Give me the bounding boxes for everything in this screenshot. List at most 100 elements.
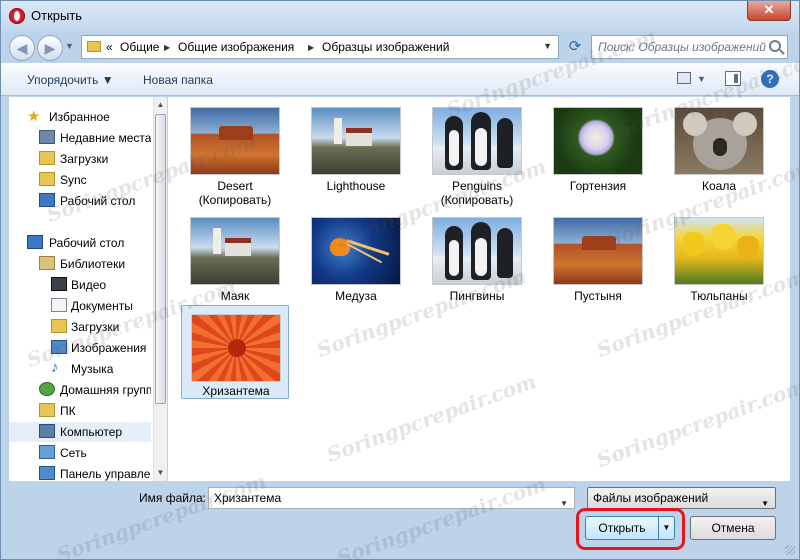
file-name: Коала bbox=[701, 179, 736, 193]
sidebar-item-documents[interactable]: Документы bbox=[9, 296, 151, 316]
scroll-down-icon[interactable]: ▼ bbox=[154, 465, 167, 481]
sidebar-item-control-panel[interactable]: Панель управления bbox=[9, 464, 151, 481]
change-view-icon[interactable] bbox=[677, 72, 691, 84]
sidebar-item-computer[interactable]: Компьютер bbox=[9, 422, 151, 442]
breadcrumb-overflow[interactable]: « bbox=[106, 40, 113, 54]
sidebar-item-libraries[interactable]: Библиотеки bbox=[9, 254, 151, 274]
sidebar-item-pc[interactable]: ПК bbox=[9, 401, 151, 421]
file-tile-jellyfish[interactable]: Медуза bbox=[302, 209, 410, 319]
sidebar-item-label: Рабочий стол bbox=[60, 194, 136, 208]
file-tile-penguins-copy[interactable]: Penguins (Копировать) bbox=[423, 99, 531, 209]
penguins-thumbnail bbox=[432, 107, 522, 175]
close-button[interactable]: ✕ bbox=[747, 1, 791, 21]
file-tile-desert-ru[interactable]: Пустыня bbox=[544, 209, 652, 319]
file-tile-penguins-ru[interactable]: Пингвины bbox=[423, 209, 531, 319]
file-tile-desert-copy[interactable]: Desert (Копировать) bbox=[181, 99, 289, 209]
watermark: Soringpcrepair.com bbox=[333, 471, 550, 560]
refresh-icon[interactable]: ⟳ bbox=[563, 35, 587, 59]
file-tile-lighthouse-ru[interactable]: Маяк bbox=[181, 209, 289, 319]
desktop-icon bbox=[39, 193, 55, 207]
scrollbar-thumb[interactable] bbox=[155, 114, 166, 404]
breadcrumb-item[interactable]: Образцы изображений bbox=[322, 40, 449, 54]
pictures-icon bbox=[51, 340, 67, 354]
koala-thumbnail bbox=[674, 107, 764, 175]
search-icon[interactable] bbox=[769, 40, 781, 52]
libraries-icon bbox=[39, 256, 55, 270]
new-folder-button[interactable]: Новая папка bbox=[143, 73, 213, 87]
downloads-folder-icon bbox=[51, 319, 67, 333]
file-type-select[interactable]: Файлы изображений ▼ bbox=[587, 487, 776, 509]
search-input[interactable]: Поиск: Образцы изображений bbox=[591, 35, 788, 59]
command-toolbar: Упорядочить ▼ Новая папка ▼ ? bbox=[1, 63, 799, 96]
desktop-icon bbox=[27, 235, 43, 249]
organize-button[interactable]: Упорядочить ▼ bbox=[27, 73, 114, 87]
address-dropdown-icon[interactable]: ▼ bbox=[543, 41, 552, 51]
breadcrumb-item[interactable]: Общие изображения bbox=[178, 40, 294, 54]
sidebar-item-label: Панель управления bbox=[60, 467, 151, 481]
sidebar-scrollbar[interactable]: ▲ ▼ bbox=[153, 97, 167, 481]
opera-logo-icon bbox=[9, 8, 25, 24]
view-options-chevron-icon[interactable]: ▼ bbox=[697, 74, 706, 84]
forward-button[interactable]: ▶ bbox=[37, 35, 63, 61]
sidebar-item-homegroup[interactable]: Домашняя группа bbox=[9, 380, 151, 400]
chevron-down-icon[interactable]: ▼ bbox=[761, 494, 769, 514]
sidebar-item-label: Компьютер bbox=[60, 425, 123, 439]
sidebar-item-label: Недавние места bbox=[60, 131, 151, 145]
jellyfish-thumbnail bbox=[311, 217, 401, 285]
desert-thumbnail bbox=[190, 107, 280, 175]
recent-pages-chevron-icon[interactable]: ▼ bbox=[65, 41, 74, 51]
address-bar[interactable]: « Общие ▶ Общие изображения ▶ Образцы из… bbox=[81, 35, 559, 59]
sidebar-item-desktop[interactable]: Рабочий стол bbox=[9, 191, 151, 211]
sidebar-item-video[interactable]: Видео bbox=[9, 275, 151, 295]
file-name: Медуза bbox=[335, 289, 377, 303]
filename-value: Хризантема bbox=[214, 491, 282, 505]
sidebar-item-favorites[interactable]: ★ Избранное bbox=[9, 107, 151, 127]
file-name: Хризантема bbox=[202, 384, 270, 398]
sidebar-item-label: Библиотеки bbox=[60, 257, 126, 271]
penguins-thumbnail bbox=[432, 217, 522, 285]
cancel-button[interactable]: Отмена bbox=[690, 516, 776, 540]
open-file-dialog: Открыть ✕ ◀ ▶ ▼ « Общие ▶ Общие изображе… bbox=[0, 0, 800, 560]
resize-grip-icon[interactable] bbox=[785, 545, 795, 555]
sidebar-item-downloads[interactable]: Загрузки bbox=[9, 149, 151, 169]
back-button[interactable]: ◀ bbox=[9, 35, 35, 61]
file-name: Маяк bbox=[220, 289, 250, 303]
file-name: Lighthouse bbox=[326, 179, 386, 193]
preview-pane-icon[interactable] bbox=[725, 71, 741, 86]
sidebar-item-music[interactable]: ♪ Музыка bbox=[9, 359, 151, 379]
filename-dropdown-icon[interactable]: ▼ bbox=[560, 494, 568, 514]
sidebar-item-network[interactable]: Сеть bbox=[9, 443, 151, 463]
folder-icon bbox=[87, 41, 101, 52]
file-tile-lighthouse[interactable]: Lighthouse bbox=[302, 99, 410, 209]
tulips-thumbnail bbox=[674, 217, 764, 285]
control-panel-icon bbox=[39, 466, 55, 480]
file-list: Desert (Копировать) Lighthouse Penguins (К… bbox=[168, 97, 790, 481]
sidebar-item-label: Рабочий стол bbox=[49, 236, 125, 250]
sidebar-item-label: Загрузки bbox=[60, 152, 109, 166]
filename-label: Имя файла: bbox=[139, 491, 206, 505]
filename-input[interactable]: Хризантема ▼ bbox=[208, 487, 575, 509]
sidebar-item-desktop-root[interactable]: Рабочий стол bbox=[9, 233, 151, 253]
sidebar-item-label: ПК bbox=[60, 404, 76, 418]
help-icon[interactable]: ? bbox=[761, 70, 779, 88]
sidebar-item-recent-places[interactable]: Недавние места bbox=[9, 128, 151, 148]
navigation-bar: ◀ ▶ ▼ « Общие ▶ Общие изображения ▶ Обра… bbox=[1, 31, 799, 63]
scroll-up-icon[interactable]: ▲ bbox=[154, 97, 167, 113]
music-icon: ♪ bbox=[51, 359, 59, 376]
window-title: Открыть bbox=[31, 8, 83, 23]
breadcrumb-separator-icon[interactable]: ▶ bbox=[164, 43, 170, 52]
breadcrumb-item[interactable]: Общие bbox=[120, 40, 159, 54]
file-type-value: Файлы изображений bbox=[593, 491, 709, 505]
file-tile-hydrangeas[interactable]: Гортензия bbox=[544, 99, 652, 209]
file-name: Тюльпаны bbox=[690, 289, 748, 303]
sidebar-item-label: Документы bbox=[71, 299, 133, 313]
desert-thumbnail bbox=[553, 217, 643, 285]
sidebar-item-sync[interactable]: Sync bbox=[9, 170, 151, 190]
sidebar-item-library-downloads[interactable]: Загрузки bbox=[9, 317, 151, 337]
file-tile-tulips[interactable]: Тюльпаны bbox=[665, 209, 773, 319]
breadcrumb-separator-icon[interactable]: ▶ bbox=[308, 43, 314, 52]
file-tile-koala[interactable]: Коала bbox=[665, 99, 773, 209]
file-tile-chrysanthemum[interactable]: Хризантема bbox=[181, 305, 289, 399]
sidebar-item-label: Загрузки bbox=[71, 320, 120, 334]
sidebar-item-pictures[interactable]: Изображения bbox=[9, 338, 151, 358]
